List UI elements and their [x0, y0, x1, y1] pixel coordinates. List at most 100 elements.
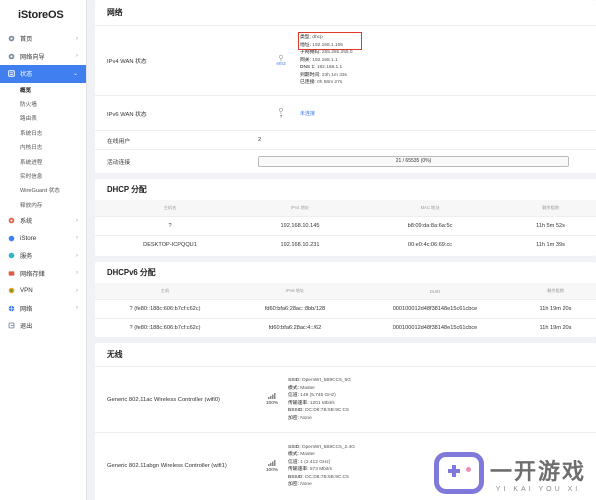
table-cell: fd60:bfa6:28ac:4::/62	[268, 325, 322, 331]
table-cell: 000100012d48f38148e15c61cbce	[392, 306, 478, 312]
watermark-title: 一开游戏	[489, 459, 586, 485]
chevron-right-icon: ›	[76, 287, 78, 294]
sidebar-item-network[interactable]: 网络 ›	[0, 300, 86, 318]
signal-icon	[258, 393, 286, 401]
ipv4-wan-row: IPv4 WAN 状态 ⚲ eth3 类型: dhcp 地址: 192.168.…	[95, 26, 596, 96]
kv-bitrate: 传输速率: 573 Mbit/s	[288, 467, 333, 472]
wireless-device-name: Generic 802.11abgn Wireless Controller (…	[107, 463, 227, 469]
section-title: 无线	[95, 343, 596, 367]
vpn-icon	[8, 287, 15, 294]
kv-netmask: 子网掩码: 255.255.255.0	[300, 50, 353, 56]
gear-icon	[8, 53, 15, 60]
ipv6-status: 未连接	[300, 110, 316, 117]
wireless-details: SSID: OpenWrt_5B9CC6_5G 模式: Master 信道: 1…	[288, 377, 351, 422]
kv-ssid: SSID: OpenWrt_5B9CC6_5G	[288, 378, 351, 383]
sidebar: iStoreOS 首页 › 网络向导 › 状态 ⌄ 概览 防火墙 路由表 系统日…	[0, 0, 87, 500]
sidebar-item-label: 状态	[20, 71, 33, 79]
table-cell: b8:09:da:8a:6a:5c	[407, 223, 453, 229]
sidebar-sub-routes[interactable]: 路由表	[0, 111, 86, 125]
sidebar-item-label: 网络	[20, 305, 33, 313]
table-cell: 11h 1m 39s	[536, 242, 565, 248]
sidebar-item-label: 网络存储	[20, 270, 45, 278]
highlight-box	[298, 32, 362, 51]
dhcp-table-header: 主机名 IPv4 地址 MAC 地址 剩余租期	[95, 200, 596, 216]
sidebar-sub-processes[interactable]: 系统进程	[0, 154, 86, 168]
sidebar-sub-firewall[interactable]: 防火墙	[0, 97, 86, 111]
column-header: 剩余租期	[547, 288, 564, 293]
table-cell: 00:e0:4c:06:69:cc	[407, 242, 453, 248]
sidebar-item-label: iStore	[20, 234, 37, 242]
sidebar-sub-wireguard[interactable]: WireGuard 状态	[0, 183, 86, 197]
column-header: 主机	[160, 288, 170, 293]
wireless-row: Generic 802.11ac Wireless Controller (wi…	[95, 367, 596, 433]
gear-icon	[8, 217, 15, 224]
chevron-right-icon: ›	[76, 270, 78, 277]
active-connections-label: 活动连接	[107, 159, 131, 166]
sidebar-item-home[interactable]: 首页 ›	[0, 30, 86, 48]
chevron-right-icon: ›	[76, 235, 78, 242]
gear-icon	[8, 35, 15, 42]
sidebar-item-wizard[interactable]: 网络向导 ›	[0, 48, 86, 66]
sidebar-item-system[interactable]: 系统 ›	[0, 212, 86, 230]
sidebar-item-vpn[interactable]: VPN ›	[0, 282, 86, 300]
kv-ssid: SSID: OpenWrt_5B9CC5_2.4G	[288, 444, 355, 450]
sidebar-sub-kernel-log[interactable]: 内核日志	[0, 140, 86, 154]
dhcp-card: DHCP 分配 主机名 IPv4 地址 MAC 地址 剩余租期 ? 192.16…	[95, 179, 596, 256]
kv-connected: 已连接: 0h 58m 27s	[300, 80, 343, 86]
wireless-device-name: Generic 802.11ac Wireless Controller (wi…	[107, 396, 220, 403]
storage-icon	[8, 270, 15, 277]
section-title: DHCPv6 分配	[107, 268, 156, 277]
ipv6-wan-label: IPv6 WAN 状态	[107, 111, 147, 118]
wireless-signal: 100%	[258, 393, 286, 406]
connections-progress-bar: 21 / 65535 (0%)	[258, 155, 569, 167]
kv-channel: 信道: 149 (5.745 GHz)	[288, 393, 336, 398]
sidebar-item-logout[interactable]: 退出	[0, 317, 86, 335]
table-cell: 000100012d48f38148e15c61cbce	[392, 325, 478, 331]
sidebar-item-label: 服务	[20, 253, 33, 261]
table-cell: 11h 5m 52s	[536, 223, 565, 229]
sidebar-sub-syslog[interactable]: 系统日志	[0, 126, 86, 140]
kv-mode: 模式: Master	[288, 385, 315, 391]
brand-logo: iStoreOS	[18, 9, 64, 21]
ipv6-iface: ⚲ ?	[266, 107, 296, 120]
chevron-right-icon: ›	[76, 305, 78, 312]
ipv4-wan-label: IPv4 WAN 状态	[107, 59, 147, 65]
sidebar-item-label: 首页	[20, 36, 33, 44]
table-cell: 11h 19m 20s	[539, 325, 572, 331]
kv-bitrate: 传输速率: 1201 Mbit/s	[288, 400, 335, 406]
online-users-value: 2	[258, 137, 262, 143]
watermark-subtitle: YI KAI YOU XI	[495, 485, 581, 493]
table-cell: 192.168.10.145	[280, 223, 320, 229]
signal-percent: 100%	[265, 467, 279, 473]
table-cell: 192.168.10.231	[280, 242, 320, 248]
sidebar-item-services[interactable]: 服务 ›	[0, 247, 86, 265]
kv-encryption: 加密: None	[288, 415, 312, 421]
ipv4-details: 类型: dhcp 地址: 192.168.1.106 子网掩码: 255.255…	[298, 32, 362, 87]
kv-dns1: DNS 1: 192.168.1.1	[300, 65, 343, 71]
online-users-row: 在线用户 2	[95, 131, 596, 150]
watermark: 一开游戏 YI KAI YOU XI	[433, 452, 586, 494]
active-connections-row: 活动连接 21 / 65535 (0%)	[95, 150, 596, 172]
chevron-right-icon: ›	[76, 252, 78, 259]
wireless-signal: 100%	[258, 459, 286, 473]
status-icon	[8, 70, 15, 78]
chevron-right-icon: ›	[76, 35, 78, 42]
sidebar-sub-free-memory[interactable]: 释放内存	[0, 198, 86, 212]
ipv4-iface: ⚲ eth3	[266, 54, 296, 67]
table-row: ? (fe80::188c:606:b7cf:c62c) fd60:bfa6:2…	[95, 318, 596, 337]
ipv6-iface-name: ?	[279, 114, 283, 120]
sidebar-item-status[interactable]: 状态 ⌄	[0, 65, 86, 83]
kv-gateway: 网关: 192.168.1.1	[300, 57, 338, 63]
table-cell: 11h 19m 20s	[539, 306, 572, 312]
sidebar-item-storage[interactable]: 网络存储 ›	[0, 265, 86, 283]
table-cell: DESKTOP-ICPQQU1	[143, 242, 197, 248]
kv-mode: 模式: Master	[288, 452, 315, 457]
sidebar-sub-overview[interactable]: 概览	[0, 83, 86, 97]
signal-icon	[258, 459, 286, 468]
sidebar-sub-realtime[interactable]: 实时信息	[0, 169, 86, 183]
kv-channel: 信道: 1 (2.412 GHz)	[288, 459, 331, 465]
sidebar-item-istore[interactable]: iStore ›	[0, 230, 86, 248]
column-header: 主机名	[163, 205, 177, 210]
network-card: 网络 IPv4 WAN 状态 ⚲ eth3 类型: dhcp 地址: 192.1…	[95, 0, 596, 173]
table-row: ? (fe80::188c:606:b7cf:c62c) fd60:bfa6:2…	[95, 299, 596, 318]
